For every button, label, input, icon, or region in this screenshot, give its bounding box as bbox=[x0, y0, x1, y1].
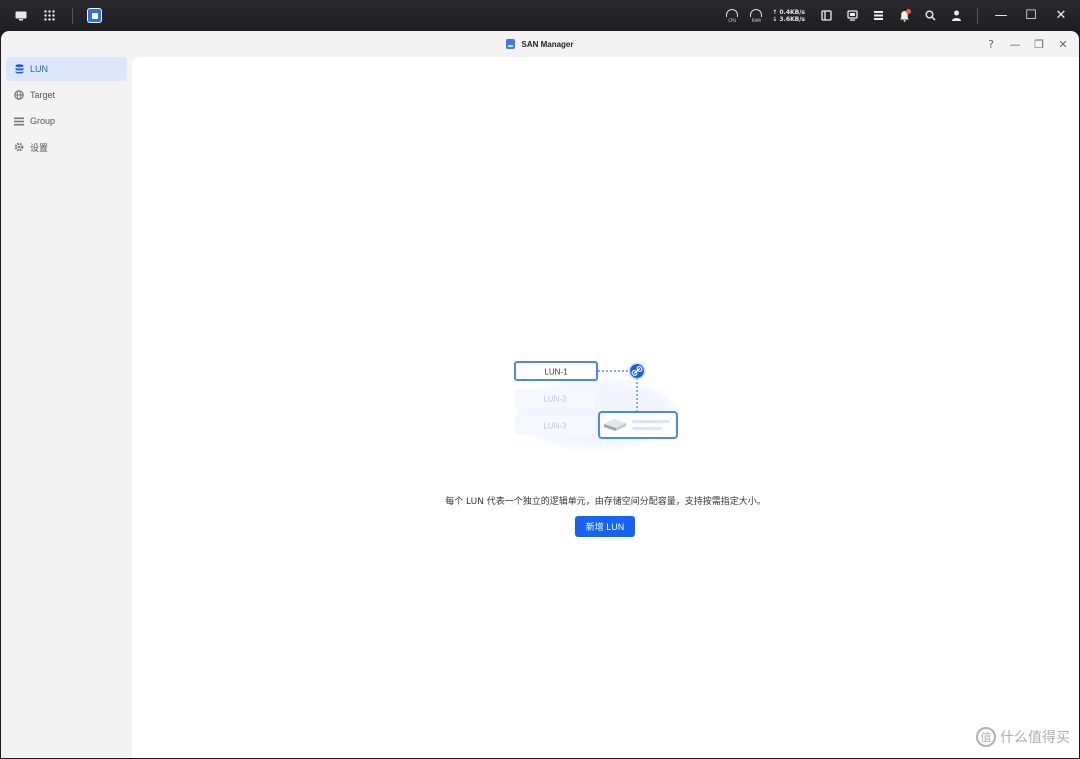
app-grid-icon[interactable] bbox=[40, 7, 58, 25]
watermark-text: 什么值得买 bbox=[1000, 730, 1070, 746]
monitor-icon[interactable] bbox=[843, 7, 861, 25]
notification-dot bbox=[906, 8, 911, 14]
task-manager-icon[interactable] bbox=[869, 7, 887, 25]
san-manager-taskbar-icon[interactable] bbox=[87, 8, 102, 23]
lun1-label: LUN-1 bbox=[544, 368, 568, 377]
desktop-icon[interactable] bbox=[12, 7, 30, 25]
os-minimize-icon[interactable]: — bbox=[990, 7, 1012, 25]
storage-line-2 bbox=[632, 427, 662, 430]
lun3-label: LUN-3 bbox=[543, 422, 567, 431]
ram-label: RAM bbox=[751, 17, 761, 23]
sidebar: LUN Target Group 设置 bbox=[1, 57, 132, 758]
empty-state-description: 每个 LUN 代表一个独立的逻辑单元，由存储空间分配容量，支持按需指定大小。 bbox=[445, 497, 766, 507]
sidebar-item-target[interactable]: Target bbox=[6, 83, 127, 107]
net-download: ↓ 3.6KB/s bbox=[772, 15, 805, 23]
sidebar-item-label: Target bbox=[30, 90, 56, 100]
add-lun-button[interactable]: 新增 LUN bbox=[575, 516, 635, 537]
san-manager-window: SAN Manager ? — ❐ ✕ LUN Target Group 设置 … bbox=[1, 31, 1079, 758]
net-upload: ↑ 0.4KB/s bbox=[772, 8, 805, 16]
lun-illustration: LUN-1 LUN-2 LUN-3 bbox=[514, 361, 678, 449]
gear-icon bbox=[14, 142, 24, 152]
help-button[interactable]: ? bbox=[981, 35, 1001, 53]
search-icon[interactable] bbox=[921, 7, 939, 25]
cpu-label: CPU bbox=[728, 17, 737, 23]
tray-divider bbox=[977, 7, 978, 24]
sidebar-item-label: Group bbox=[30, 116, 56, 126]
os-taskbar: CPU RAM ↑ 0.4KB/s ↓ 3.6KB/s — ☐ ✕ bbox=[0, 0, 1080, 31]
close-button[interactable]: ✕ bbox=[1053, 35, 1073, 53]
main-content: LUN-1 LUN-2 LUN-3 每个 LUN 代表一个独立的逻辑单元，由存储… bbox=[132, 57, 1079, 758]
widgets-icon[interactable] bbox=[817, 7, 835, 25]
cpu-gauge-icon bbox=[726, 8, 739, 17]
restore-button[interactable]: ❐ bbox=[1029, 35, 1049, 53]
san-manager-app-icon bbox=[506, 39, 516, 49]
list-icon bbox=[14, 116, 24, 126]
window-title: SAN Manager bbox=[521, 39, 574, 49]
user-icon[interactable] bbox=[947, 7, 965, 25]
ram-gauge[interactable]: RAM bbox=[748, 8, 764, 23]
sidebar-item-settings[interactable]: 设置 bbox=[6, 135, 127, 159]
taskbar-divider bbox=[72, 7, 73, 24]
minimize-button[interactable]: — bbox=[1005, 35, 1025, 53]
window-titlebar[interactable]: SAN Manager ? — ❐ ✕ bbox=[1, 31, 1079, 57]
sidebar-item-label: 设置 bbox=[30, 142, 49, 153]
network-speed[interactable]: ↑ 0.4KB/s ↓ 3.6KB/s bbox=[772, 9, 805, 23]
storage-line-1 bbox=[632, 420, 670, 423]
database-icon bbox=[14, 64, 24, 74]
watermark: 值 什么值得买 bbox=[976, 727, 1070, 747]
ram-gauge-icon bbox=[750, 8, 763, 17]
sidebar-item-label: LUN bbox=[30, 64, 49, 74]
watermark-logo-icon: 值 bbox=[976, 727, 996, 747]
os-close-icon[interactable]: ✕ bbox=[1050, 7, 1072, 25]
lun2-label: LUN-2 bbox=[543, 395, 567, 404]
link-icon bbox=[628, 362, 646, 380]
bell-icon[interactable] bbox=[895, 7, 913, 25]
sidebar-item-lun[interactable]: LUN bbox=[6, 57, 127, 81]
os-maximize-icon[interactable]: ☐ bbox=[1020, 7, 1042, 25]
globe-icon bbox=[14, 90, 24, 100]
cpu-gauge[interactable]: CPU bbox=[724, 8, 740, 23]
sidebar-item-group[interactable]: Group bbox=[6, 109, 127, 133]
